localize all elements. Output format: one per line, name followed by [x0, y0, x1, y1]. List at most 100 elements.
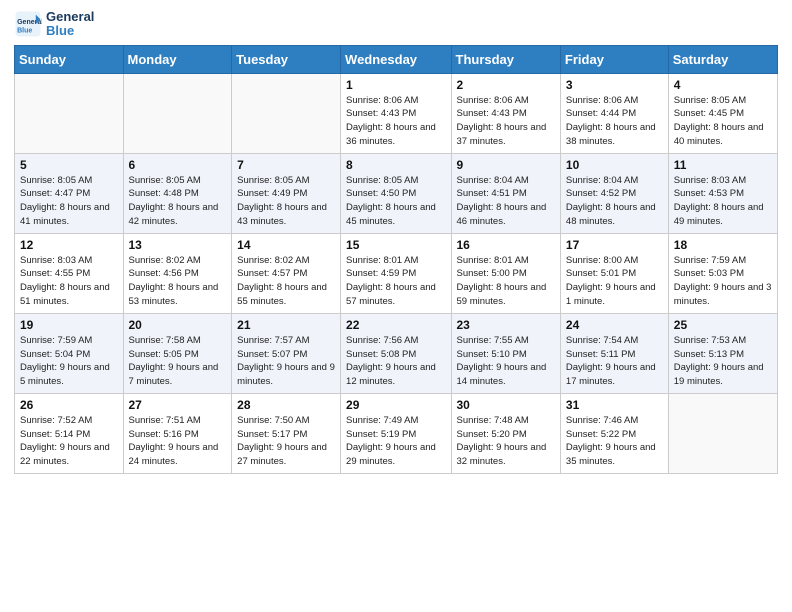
day-detail: Sunrise: 8:02 AMSunset: 4:56 PMDaylight:… — [129, 254, 227, 309]
day-detail: Sunrise: 8:06 AMSunset: 4:44 PMDaylight:… — [566, 94, 663, 149]
weekday-header-monday: Monday — [123, 45, 232, 73]
calendar-cell — [123, 73, 232, 153]
day-number: 17 — [566, 238, 663, 252]
day-number: 9 — [457, 158, 555, 172]
calendar-cell: 15 Sunrise: 8:01 AMSunset: 4:59 PMDayligh… — [341, 233, 451, 313]
svg-text:Blue: Blue — [17, 28, 32, 35]
weekday-header-tuesday: Tuesday — [232, 45, 341, 73]
calendar-cell: 9 Sunrise: 8:04 AMSunset: 4:51 PMDaylight… — [451, 153, 560, 233]
day-number: 8 — [346, 158, 445, 172]
day-detail: Sunrise: 7:54 AMSunset: 5:11 PMDaylight:… — [566, 334, 663, 389]
calendar-cell: 2Sunrise: 8:06 AMSunset: 4:43 PMDaylight… — [451, 73, 560, 153]
day-number: 24 — [566, 318, 663, 332]
weekday-header-sunday: Sunday — [15, 45, 124, 73]
calendar-cell: 19Sunrise: 7:59 AMSunset: 5:04 PMDayligh… — [15, 313, 124, 393]
calendar-table: SundayMondayTuesdayWednesdayThursdayFrid… — [14, 45, 778, 474]
calendar-cell: 30 Sunrise: 7:48 AMSunset: 5:20 PMDayligh… — [451, 393, 560, 473]
calendar-cell: 25 Sunrise: 7:53 AMSunset: 5:13 PMDayligh… — [668, 313, 777, 393]
calendar-cell: 28Sunrise: 7:50 AMSunset: 5:17 PMDayligh… — [232, 393, 341, 473]
day-detail: Sunrise: 8:04 AMSunset: 4:51 PMDaylight:… — [457, 174, 555, 229]
day-detail: Sunrise: 8:05 AMSunset: 4:48 PMDaylight:… — [129, 174, 227, 229]
day-detail: Sunrise: 8:04 AMSunset: 4:52 PMDaylight:… — [566, 174, 663, 229]
day-number: 16 — [457, 238, 555, 252]
day-number: 26 — [20, 398, 118, 412]
day-detail: Sunrise: 7:49 AMSunset: 5:19 PMDaylight:… — [346, 414, 445, 469]
day-detail: Sunrise: 8:02 AMSunset: 4:57 PMDaylight:… — [237, 254, 335, 309]
calendar-cell: 8 Sunrise: 8:05 AMSunset: 4:50 PMDaylight… — [341, 153, 451, 233]
calendar-cell: 29Sunrise: 7:49 AMSunset: 5:19 PMDayligh… — [341, 393, 451, 473]
calendar-cell: 20Sunrise: 7:58 AMSunset: 5:05 PMDayligh… — [123, 313, 232, 393]
weekday-header-row: SundayMondayTuesdayWednesdayThursdayFrid… — [15, 45, 778, 73]
day-detail: Sunrise: 8:01 AMSunset: 5:00 PMDaylight:… — [457, 254, 555, 309]
calendar-cell: 1 Sunrise: 8:06 AMSunset: 4:43 PMDaylight… — [341, 73, 451, 153]
day-number: 1 — [346, 78, 445, 92]
calendar-cell: 16 Sunrise: 8:01 AMSunset: 5:00 PMDayligh… — [451, 233, 560, 313]
day-detail: Sunrise: 7:51 AMSunset: 5:16 PMDaylight:… — [129, 414, 227, 469]
calendar-cell: 27 Sunrise: 7:51 AMSunset: 5:16 PMDayligh… — [123, 393, 232, 473]
calendar-cell: 21 Sunrise: 7:57 AMSunset: 5:07 PMDayligh… — [232, 313, 341, 393]
day-detail: Sunrise: 7:55 AMSunset: 5:10 PMDaylight:… — [457, 334, 555, 389]
day-number: 14 — [237, 238, 335, 252]
calendar-cell: 17 Sunrise: 8:00 AMSunset: 5:01 PMDayligh… — [560, 233, 668, 313]
day-detail: Sunrise: 7:57 AMSunset: 5:07 PMDaylight:… — [237, 334, 335, 389]
day-number: 23 — [457, 318, 555, 332]
calendar-cell: 14 Sunrise: 8:02 AMSunset: 4:57 PMDayligh… — [232, 233, 341, 313]
day-number: 4 — [674, 78, 772, 92]
day-detail: Sunrise: 7:46 AMSunset: 5:22 PMDaylight:… — [566, 414, 663, 469]
day-detail: Sunrise: 7:56 AMSunset: 5:08 PMDaylight:… — [346, 334, 445, 389]
calendar-cell — [232, 73, 341, 153]
day-detail: Sunrise: 8:06 AMSunset: 4:43 PMDaylight:… — [346, 94, 445, 149]
calendar-cell: 22 Sunrise: 7:56 AMSunset: 5:08 PMDayligh… — [341, 313, 451, 393]
calendar-cell: 10Sunrise: 8:04 AMSunset: 4:52 PMDayligh… — [560, 153, 668, 233]
day-detail: Sunrise: 8:05 AMSunset: 4:50 PMDaylight:… — [346, 174, 445, 229]
day-number: 30 — [457, 398, 555, 412]
day-number: 22 — [346, 318, 445, 332]
calendar-cell: 4 Sunrise: 8:05 AMSunset: 4:45 PMDaylight… — [668, 73, 777, 153]
day-number: 13 — [129, 238, 227, 252]
day-detail: Sunrise: 7:58 AMSunset: 5:05 PMDaylight:… — [129, 334, 227, 389]
day-number: 12 — [20, 238, 118, 252]
day-detail: Sunrise: 7:48 AMSunset: 5:20 PMDaylight:… — [457, 414, 555, 469]
day-number: 3 — [566, 78, 663, 92]
weekday-header-friday: Friday — [560, 45, 668, 73]
weekday-header-thursday: Thursday — [451, 45, 560, 73]
week-row-4: 19Sunrise: 7:59 AMSunset: 5:04 PMDayligh… — [15, 313, 778, 393]
day-detail: Sunrise: 8:05 AMSunset: 4:45 PMDaylight:… — [674, 94, 772, 149]
day-number: 11 — [674, 158, 772, 172]
logo-icon: General Blue — [14, 10, 42, 38]
calendar-cell: 18 Sunrise: 7:59 AMSunset: 5:03 PMDayligh… — [668, 233, 777, 313]
day-number: 21 — [237, 318, 335, 332]
page: General Blue General Blue SundayMondayTu… — [0, 0, 792, 484]
calendar-cell: 6 Sunrise: 8:05 AMSunset: 4:48 PMDaylight… — [123, 153, 232, 233]
logo-text: General Blue — [46, 10, 94, 39]
day-detail: Sunrise: 7:53 AMSunset: 5:13 PMDaylight:… — [674, 334, 772, 389]
calendar-cell — [668, 393, 777, 473]
day-number: 25 — [674, 318, 772, 332]
day-detail: Sunrise: 8:05 AMSunset: 4:49 PMDaylight:… — [237, 174, 335, 229]
week-row-3: 12 Sunrise: 8:03 AMSunset: 4:55 PMDayligh… — [15, 233, 778, 313]
calendar-cell: 24 Sunrise: 7:54 AMSunset: 5:11 PMDayligh… — [560, 313, 668, 393]
weekday-header-wednesday: Wednesday — [341, 45, 451, 73]
day-detail: Sunrise: 8:00 AMSunset: 5:01 PMDaylight:… — [566, 254, 663, 309]
day-number: 19 — [20, 318, 118, 332]
day-number: 18 — [674, 238, 772, 252]
week-row-5: 26 Sunrise: 7:52 AMSunset: 5:14 PMDayligh… — [15, 393, 778, 473]
day-detail: Sunrise: 8:05 AMSunset: 4:47 PMDaylight:… — [20, 174, 118, 229]
day-number: 2 — [457, 78, 555, 92]
day-number: 31 — [566, 398, 663, 412]
calendar-cell: 31 Sunrise: 7:46 AMSunset: 5:22 PMDayligh… — [560, 393, 668, 473]
week-row-1: 1 Sunrise: 8:06 AMSunset: 4:43 PMDaylight… — [15, 73, 778, 153]
day-number: 27 — [129, 398, 227, 412]
week-row-2: 5Sunrise: 8:05 AMSunset: 4:47 PMDaylight… — [15, 153, 778, 233]
day-detail: Sunrise: 8:01 AMSunset: 4:59 PMDaylight:… — [346, 254, 445, 309]
calendar-cell: 3 Sunrise: 8:06 AMSunset: 4:44 PMDaylight… — [560, 73, 668, 153]
day-number: 6 — [129, 158, 227, 172]
day-detail: Sunrise: 8:03 AMSunset: 4:55 PMDaylight:… — [20, 254, 118, 309]
day-detail: Sunrise: 7:52 AMSunset: 5:14 PMDaylight:… — [20, 414, 118, 469]
header: General Blue General Blue — [14, 10, 778, 39]
day-detail: Sunrise: 7:50 AMSunset: 5:17 PMDaylight:… — [237, 414, 335, 469]
day-number: 15 — [346, 238, 445, 252]
day-detail: Sunrise: 7:59 AMSunset: 5:03 PMDaylight:… — [674, 254, 772, 309]
weekday-header-saturday: Saturday — [668, 45, 777, 73]
day-number: 7 — [237, 158, 335, 172]
